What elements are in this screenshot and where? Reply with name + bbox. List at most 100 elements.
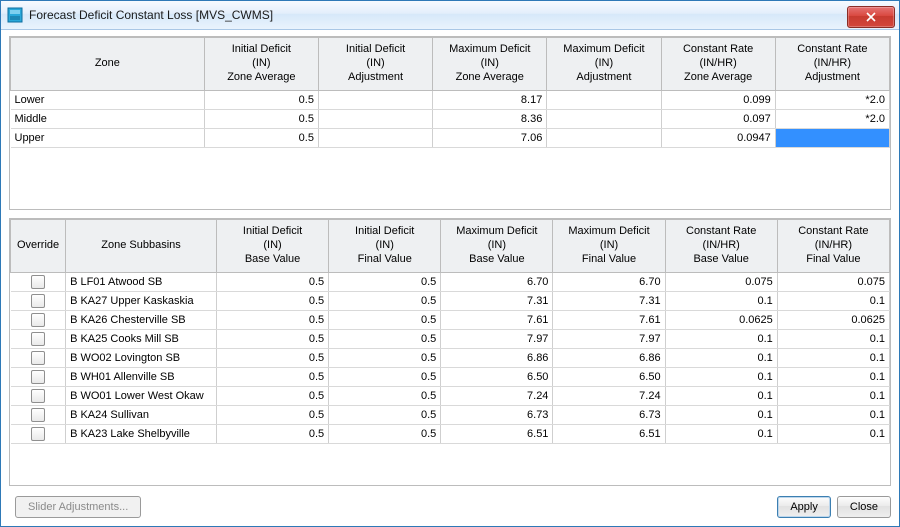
cell-id-adj[interactable] <box>318 110 432 129</box>
override-checkbox-cell[interactable] <box>11 273 66 292</box>
cell-cr-base[interactable]: 0.1 <box>665 387 777 406</box>
titlebar[interactable]: Forecast Deficit Constant Loss [MVS_CWMS… <box>1 1 899 30</box>
table-row[interactable]: B KA26 Chesterville SB0.50.57.617.610.06… <box>11 311 890 330</box>
cell-subbasin[interactable]: B KA26 Chesterville SB <box>66 311 217 330</box>
cell-cr-final[interactable]: 0.1 <box>777 292 889 311</box>
cell-subbasin[interactable]: B KA24 Sullivan <box>66 406 217 425</box>
cell-cr-final[interactable]: 0.0625 <box>777 311 889 330</box>
checkbox-icon[interactable] <box>31 275 45 289</box>
cell-cr-base[interactable]: 0.075 <box>665 273 777 292</box>
cell-md-avg[interactable]: 7.06 <box>433 129 547 148</box>
table-row[interactable]: B WO02 Lovington SB0.50.56.866.860.10.1 <box>11 349 890 368</box>
cell-id-final[interactable]: 0.5 <box>329 273 441 292</box>
cell-zone[interactable]: Upper <box>11 129 205 148</box>
table-row[interactable]: Lower 0.5 8.17 0.099 *2.0 <box>11 91 890 110</box>
cell-md-base[interactable]: 6.51 <box>441 425 553 444</box>
override-checkbox-cell[interactable] <box>11 292 66 311</box>
table-row[interactable]: Middle 0.5 8.36 0.097 *2.0 <box>11 110 890 129</box>
col-initial-deficit-adj[interactable]: Initial Deficit(IN)Adjustment <box>318 38 432 91</box>
cell-subbasin[interactable]: B LF01 Atwood SB <box>66 273 217 292</box>
cell-cr-avg[interactable]: 0.0947 <box>661 129 775 148</box>
cell-cr-base[interactable]: 0.1 <box>665 330 777 349</box>
cell-id-base[interactable]: 0.5 <box>216 406 328 425</box>
cell-id-base[interactable]: 0.5 <box>216 273 328 292</box>
cell-cr-adj[interactable]: *2.0 <box>775 91 889 110</box>
apply-button[interactable]: Apply <box>777 496 831 518</box>
close-button[interactable] <box>847 6 895 28</box>
cell-id-final[interactable]: 0.5 <box>329 368 441 387</box>
checkbox-icon[interactable] <box>31 427 45 441</box>
cell-subbasin[interactable]: B WO02 Lovington SB <box>66 349 217 368</box>
override-checkbox-cell[interactable] <box>11 311 66 330</box>
cell-md-base[interactable]: 7.97 <box>441 330 553 349</box>
cell-cr-base[interactable]: 0.1 <box>665 349 777 368</box>
checkbox-icon[interactable] <box>31 389 45 403</box>
cell-md-base[interactable]: 6.86 <box>441 349 553 368</box>
checkbox-icon[interactable] <box>31 408 45 422</box>
table-row[interactable]: B KA25 Cooks Mill SB0.50.57.977.970.10.1 <box>11 330 890 349</box>
cell-zone[interactable]: Middle <box>11 110 205 129</box>
cell-subbasin[interactable]: B KA27 Upper Kaskaskia <box>66 292 217 311</box>
cell-id-base[interactable]: 0.5 <box>216 425 328 444</box>
cell-md-avg[interactable]: 8.36 <box>433 110 547 129</box>
checkbox-icon[interactable] <box>31 294 45 308</box>
checkbox-icon[interactable] <box>31 313 45 327</box>
cell-id-avg[interactable]: 0.5 <box>204 129 318 148</box>
override-checkbox-cell[interactable] <box>11 368 66 387</box>
close-window-button[interactable]: Close <box>837 496 891 518</box>
cell-cr-adj-selected[interactable] <box>775 129 889 148</box>
cell-cr-base[interactable]: 0.1 <box>665 425 777 444</box>
cell-id-adj[interactable] <box>318 129 432 148</box>
col-md-base[interactable]: Maximum Deficit(IN)Base Value <box>441 220 553 273</box>
col-subbasin[interactable]: Zone Subbasins <box>66 220 217 273</box>
cell-md-base[interactable]: 6.50 <box>441 368 553 387</box>
cell-md-final[interactable]: 6.73 <box>553 406 665 425</box>
table-row[interactable]: B KA23 Lake Shelbyville0.50.56.516.510.1… <box>11 425 890 444</box>
cell-md-final[interactable]: 7.31 <box>553 292 665 311</box>
cell-md-final[interactable]: 7.97 <box>553 330 665 349</box>
subbasin-table[interactable]: Override Zone Subbasins Initial Deficit(… <box>10 219 890 444</box>
cell-cr-avg[interactable]: 0.097 <box>661 110 775 129</box>
table-row[interactable]: B WO01 Lower West Okaw0.50.57.247.240.10… <box>11 387 890 406</box>
cell-id-base[interactable]: 0.5 <box>216 311 328 330</box>
cell-md-base[interactable]: 7.61 <box>441 311 553 330</box>
cell-cr-final[interactable]: 0.075 <box>777 273 889 292</box>
cell-subbasin[interactable]: B WH01 Allenville SB <box>66 368 217 387</box>
cell-id-avg[interactable]: 0.5 <box>204 110 318 129</box>
cell-cr-avg[interactable]: 0.099 <box>661 91 775 110</box>
col-md-final[interactable]: Maximum Deficit(IN)Final Value <box>553 220 665 273</box>
cell-id-final[interactable]: 0.5 <box>329 311 441 330</box>
table-row[interactable]: Upper 0.5 7.06 0.0947 <box>11 129 890 148</box>
col-cr-base[interactable]: Constant Rate(IN/HR)Base Value <box>665 220 777 273</box>
col-constant-rate-adj[interactable]: Constant Rate(IN/HR)Adjustment <box>775 38 889 91</box>
col-initial-deficit-avg[interactable]: Initial Deficit(IN)Zone Average <box>204 38 318 91</box>
cell-cr-adj[interactable]: *2.0 <box>775 110 889 129</box>
table-row[interactable]: B KA24 Sullivan0.50.56.736.730.10.1 <box>11 406 890 425</box>
col-override[interactable]: Override <box>11 220 66 273</box>
cell-md-base[interactable]: 6.70 <box>441 273 553 292</box>
cell-cr-final[interactable]: 0.1 <box>777 387 889 406</box>
col-cr-final[interactable]: Constant Rate(IN/HR)Final Value <box>777 220 889 273</box>
table-row[interactable]: B LF01 Atwood SB0.50.56.706.700.0750.075 <box>11 273 890 292</box>
cell-md-final[interactable]: 6.86 <box>553 349 665 368</box>
cell-id-adj[interactable] <box>318 91 432 110</box>
cell-md-final[interactable]: 7.24 <box>553 387 665 406</box>
col-zone[interactable]: Zone <box>11 38 205 91</box>
cell-subbasin[interactable]: B KA23 Lake Shelbyville <box>66 425 217 444</box>
col-constant-rate-avg[interactable]: Constant Rate(IN/HR)Zone Average <box>661 38 775 91</box>
col-max-deficit-adj[interactable]: Maximum Deficit(IN)Adjustment <box>547 38 661 91</box>
cell-md-adj[interactable] <box>547 129 661 148</box>
checkbox-icon[interactable] <box>31 370 45 384</box>
cell-cr-final[interactable]: 0.1 <box>777 368 889 387</box>
cell-cr-final[interactable]: 0.1 <box>777 425 889 444</box>
cell-zone[interactable]: Lower <box>11 91 205 110</box>
override-checkbox-cell[interactable] <box>11 349 66 368</box>
col-id-base[interactable]: Initial Deficit(IN)Base Value <box>216 220 328 273</box>
slider-adjustments-button[interactable]: Slider Adjustments... <box>15 496 141 518</box>
table-row[interactable]: B KA27 Upper Kaskaskia0.50.57.317.310.10… <box>11 292 890 311</box>
cell-md-avg[interactable]: 8.17 <box>433 91 547 110</box>
cell-cr-final[interactable]: 0.1 <box>777 330 889 349</box>
cell-id-base[interactable]: 0.5 <box>216 330 328 349</box>
cell-subbasin[interactable]: B WO01 Lower West Okaw <box>66 387 217 406</box>
cell-id-final[interactable]: 0.5 <box>329 330 441 349</box>
